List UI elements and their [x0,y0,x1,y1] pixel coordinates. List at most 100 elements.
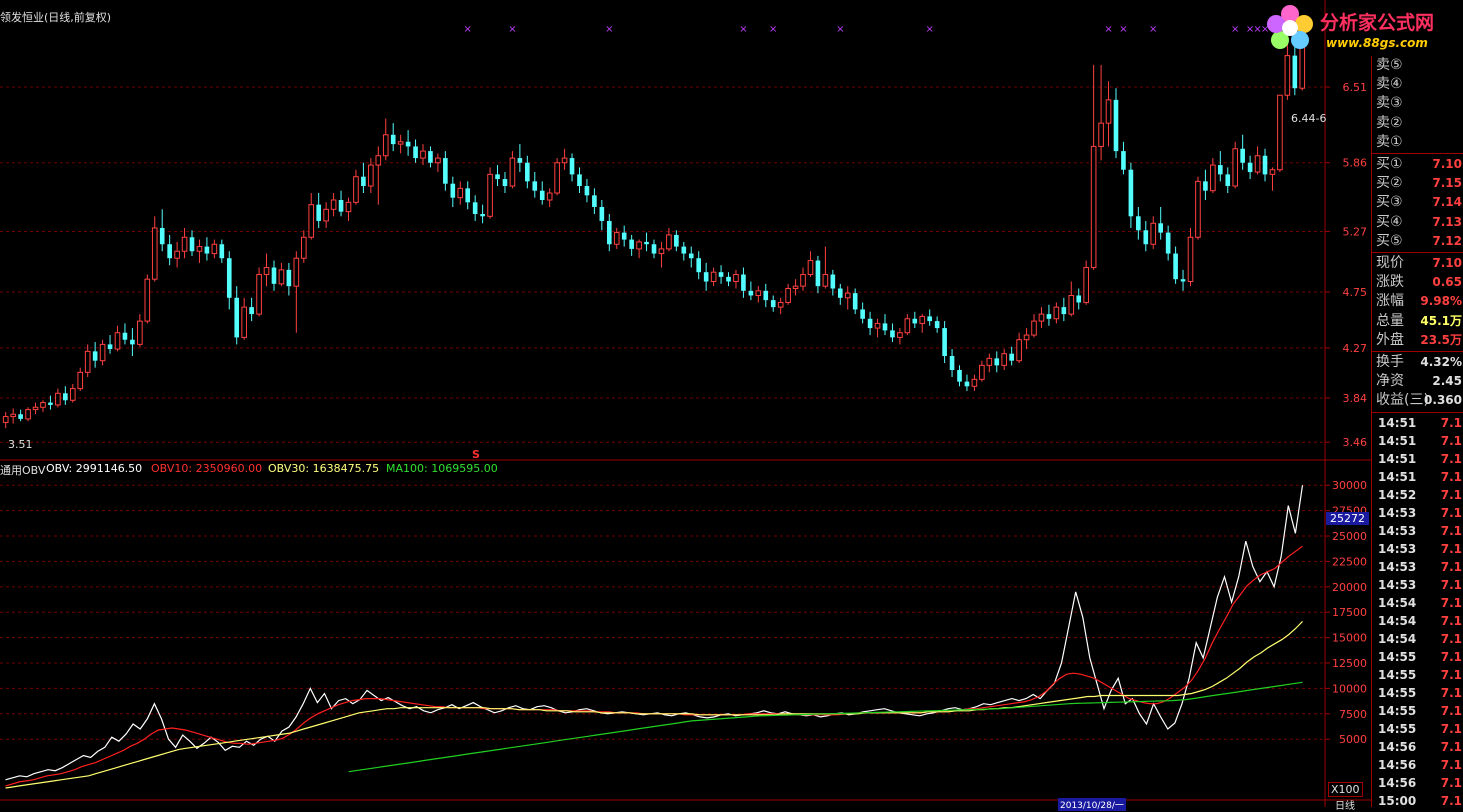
candle-body [1136,216,1141,231]
candle [733,269,739,289]
quote-value: 9.98% [1420,294,1462,309]
quote-row: 买④ 7.13 [1372,213,1463,232]
tick-price: 7.1 [1440,721,1462,736]
x-marker: × [508,24,516,35]
candle [1009,346,1014,366]
tick-row: 14:56 7.1 [1372,756,1463,774]
candle-body [949,356,955,370]
candle-body [666,234,672,250]
candle-body [1009,353,1014,361]
candle-body [1187,236,1194,283]
tick-row: 14:55 7.1 [1372,648,1463,666]
candle [122,323,128,345]
candle-body [1083,267,1089,303]
candle-body [234,297,240,338]
candle [815,255,821,294]
candle [577,167,582,194]
panel-separator [1372,153,1463,154]
signal-mark: S [472,448,480,461]
candle-body [1061,307,1067,315]
quote-row: 买③ 7.14 [1372,193,1463,212]
period-label[interactable]: 日线 [1335,797,1355,812]
candle [785,283,791,305]
quote-label: 卖⑤ [1376,57,1403,73]
candle [114,325,121,352]
candle-body [674,234,679,247]
candle [681,241,687,261]
candle-body [651,244,657,254]
candle [636,239,642,259]
obv10-value: OBV10: 2350960.00 [151,462,263,475]
candle-body [710,271,717,283]
candle-body [577,174,582,187]
candle [420,144,426,166]
candle [1158,206,1164,240]
quote-label: 卖② [1376,114,1403,131]
price-tick-label: 6.51 [1343,81,1368,94]
tick-time: 14:53 [1378,541,1417,556]
tick-price: 7.1 [1440,469,1462,484]
candle [837,283,843,305]
candle-body [375,155,382,166]
candle-body [592,195,597,207]
quote-label: 涨幅 [1376,293,1404,310]
candle-body [428,151,433,163]
candle-body [151,227,158,280]
candle-body [971,378,978,387]
tick-row: 14:51 7.1 [1372,414,1463,432]
candle-body [979,364,985,380]
candle [181,227,188,259]
candle-body [919,315,926,324]
candle-body [159,227,165,245]
candle [718,265,724,284]
candle-body [122,332,128,340]
grid-layer [0,86,1325,740]
stock-chart[interactable]: ××××××××××××××× 6.515.865.274.754.273.84… [0,0,1371,807]
candle [1173,246,1178,284]
candle [167,234,172,266]
candle-body [644,241,649,245]
quote-value: 2.45 [1432,374,1462,389]
obv-tick-label: 5000 [1339,733,1367,746]
candle [986,353,993,373]
price-tick-label: 3.46 [1343,436,1368,449]
candle-body [271,267,277,284]
candle [621,225,627,247]
candle [405,130,411,156]
candle [688,246,694,268]
candle-body [822,274,829,287]
obv-tick-label: 20000 [1332,581,1367,594]
candle-body [1195,180,1201,238]
candle-body [994,358,1000,366]
tick-time: 14:56 [1378,757,1417,772]
candle-body [1225,174,1231,187]
tick-time: 14:55 [1378,703,1417,718]
candle-body [867,318,873,329]
candle [964,374,970,391]
candle-body [263,267,270,276]
candle-body [525,162,530,182]
candle [25,407,31,422]
candle-body [323,208,329,222]
tick-time: 14:53 [1378,523,1417,538]
candle [211,239,218,259]
candle-body [807,260,814,276]
x-marker: × [1149,24,1157,35]
candle [189,230,195,256]
candle [413,139,418,163]
candle [63,386,68,405]
candle [40,400,46,412]
candle [300,230,307,263]
candle [480,204,485,224]
candle-body [63,393,68,401]
candle-body [1128,169,1134,217]
candle-body [480,213,485,217]
candle-body [397,141,404,145]
quote-label: 买⑤ [1376,232,1403,249]
tick-time: 14:53 [1378,505,1417,520]
candle-body [1203,181,1208,191]
tick-price: 7.1 [1440,487,1462,502]
candle [800,267,806,291]
quote-panel: 卖⑤ 卖④ 卖③ 卖② 卖① 买① 7.10 买② 7.15 买③ 7.14 买④ 7.13 买⑤ 7.12… [1371,56,1463,808]
candle-body [1254,155,1261,173]
